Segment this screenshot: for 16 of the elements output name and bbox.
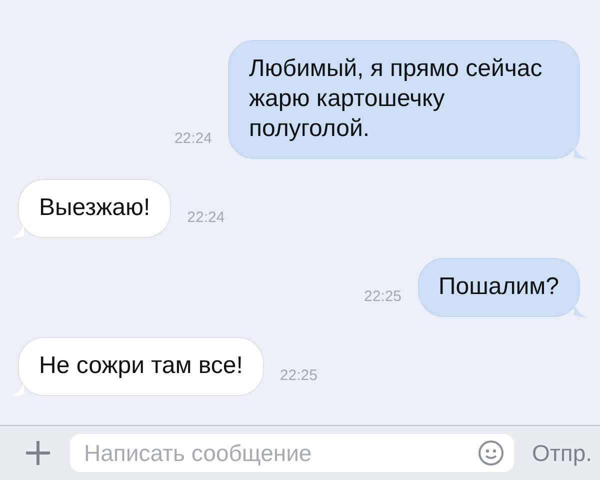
send-button[interactable]: Отпр. — [532, 440, 592, 466]
incoming-message: Выезжаю! — [18, 179, 172, 238]
incoming-message: Не сожри там все! — [18, 337, 264, 396]
outgoing-message: Любимый, я прямо сейчас жарю картошечку полуголой. — [228, 40, 580, 159]
plus-icon[interactable] — [24, 439, 52, 467]
smiley-icon[interactable] — [478, 440, 504, 466]
bubble-tail-icon — [10, 224, 24, 238]
bubble-tail-icon — [10, 382, 24, 396]
outgoing-message: Пошалим? — [418, 258, 580, 317]
message-time: 22:24 — [187, 209, 225, 226]
message-time: 22:25 — [280, 367, 318, 384]
message-field[interactable]: Написать сообщение — [70, 434, 514, 472]
message-time: 22:24 — [174, 130, 212, 147]
bubble-tail-icon — [574, 303, 588, 317]
message-time: 22:25 — [364, 288, 402, 305]
bubble-tail-icon — [574, 145, 588, 159]
